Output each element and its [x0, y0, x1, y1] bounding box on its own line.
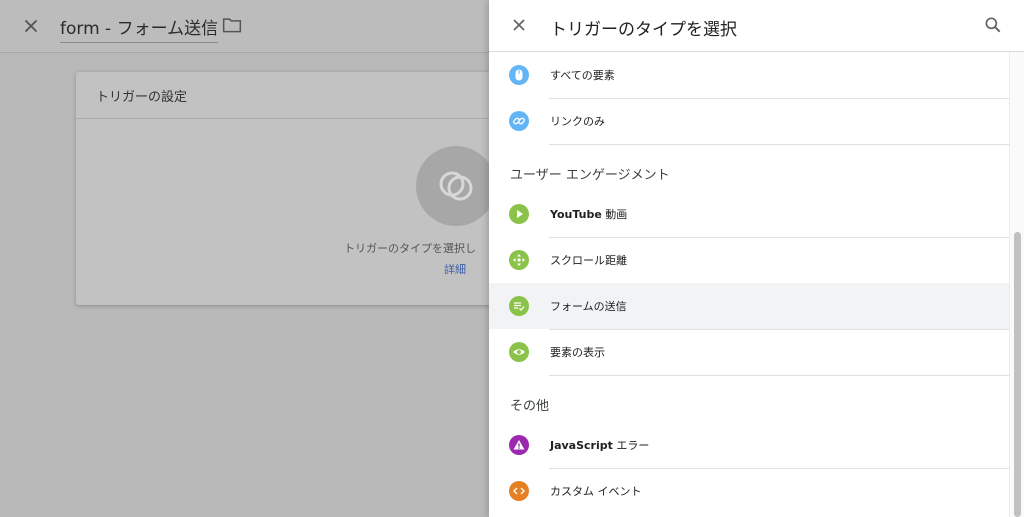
details-link[interactable]: 詳細: [444, 261, 466, 277]
section-label: その他: [510, 399, 550, 414]
trigger-type-list: すべての要素 リンクのみ ユーザー エンゲージメント YouTube 動画 スク…: [489, 52, 1009, 517]
close-icon[interactable]: [20, 15, 42, 37]
trigger-type-panel: トリガーのタイプを選択 すべての要素 リンクのみ ユーザー エンゲージメント Y…: [489, 0, 1024, 517]
scrollbar-thumb[interactable]: [1014, 232, 1021, 517]
section-label: ユーザー エンゲージメント: [510, 168, 670, 183]
card-title: トリガーの設定: [96, 90, 188, 105]
list-item[interactable]: カスタム イベント: [489, 468, 1009, 514]
item-label: スクロール距離: [550, 254, 627, 267]
list-item[interactable]: リンクのみ: [489, 98, 1009, 145]
code-icon: [509, 481, 529, 501]
panel-header: トリガーのタイプを選択: [489, 0, 1024, 52]
item-label: YouTube 動画: [550, 208, 628, 221]
scroll-icon: [509, 250, 529, 270]
item-label: リンクのみ: [550, 115, 605, 128]
eye-icon: [509, 342, 529, 362]
trigger-placeholder-icon[interactable]: [416, 146, 496, 226]
list-item[interactable]: スクロール距離: [489, 237, 1009, 284]
close-icon[interactable]: [509, 15, 529, 35]
item-label: 要素の表示: [550, 346, 605, 359]
section-header-engagement: ユーザー エンゲージメント: [489, 144, 1009, 191]
card-divider: [76, 118, 516, 119]
trigger-config-card: トリガーの設定 トリガーのタイプを選択し 詳細: [76, 72, 516, 305]
trigger-name-field[interactable]: form - フォーム送信: [60, 14, 219, 43]
section-header-other: その他: [489, 375, 1009, 422]
play-icon: [509, 204, 529, 224]
list-item[interactable]: 要素の表示: [489, 329, 1009, 376]
list-item[interactable]: すべての要素: [489, 52, 1009, 99]
item-label: JavaScript エラー: [550, 439, 650, 452]
list-item[interactable]: YouTube 動画: [489, 191, 1009, 238]
link-icon: [509, 111, 529, 131]
list-item-selected[interactable]: フォームの送信: [489, 283, 1009, 330]
item-label: フォームの送信: [550, 300, 627, 313]
panel-title: トリガーのタイプを選択: [550, 20, 737, 40]
form-icon: [509, 296, 529, 316]
mouse-icon: [509, 65, 529, 85]
folder-icon[interactable]: [222, 16, 242, 34]
item-label: カスタム イベント: [550, 485, 642, 498]
card-hint: トリガーのタイプを選択し: [344, 242, 476, 255]
search-icon[interactable]: [983, 14, 1003, 36]
list-item[interactable]: JavaScript エラー: [489, 422, 1009, 469]
warning-icon: [509, 435, 529, 455]
item-label: すべての要素: [550, 69, 615, 82]
